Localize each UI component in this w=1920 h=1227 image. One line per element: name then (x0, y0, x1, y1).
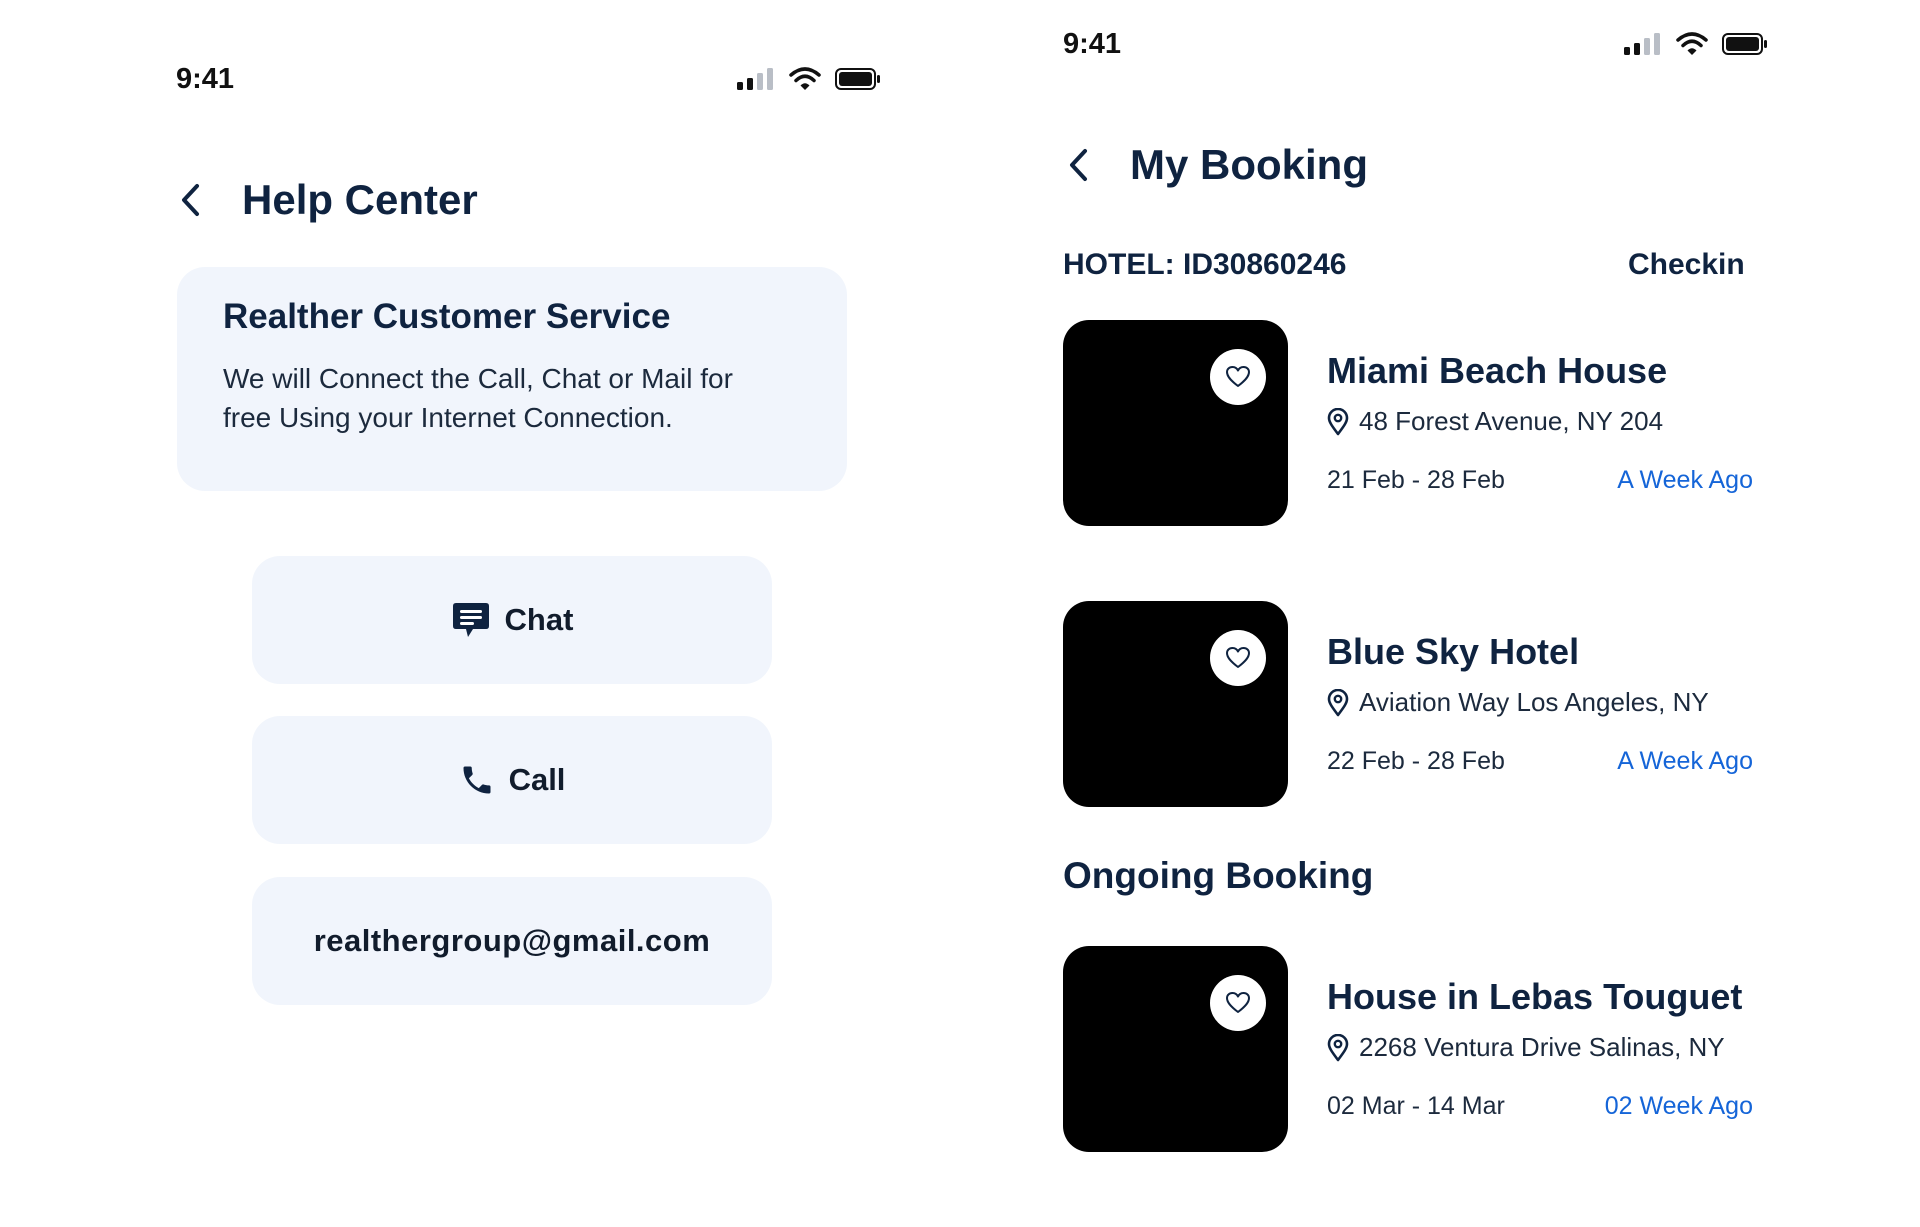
phone-icon (463, 766, 491, 794)
status-time: 9:41 (1063, 28, 1122, 60)
booking-address-text: 2268 Ventura Drive Salinas, NY (1359, 1032, 1725, 1062)
booking-address: Aviation Way Los Angeles, NY (1327, 687, 1709, 718)
wifi-icon (1676, 32, 1708, 55)
booking-hotel-name: Miami Beach House (1327, 350, 1668, 391)
heart-icon (1226, 647, 1250, 668)
battery-icon (1722, 33, 1767, 55)
signal-icon (1624, 33, 1660, 55)
page-header: Help Center (170, 176, 478, 224)
booking-card[interactable]: Blue Sky Hotel Aviation Way Los Angeles,… (1063, 601, 1763, 811)
checkin-link[interactable]: Checkin (1628, 248, 1745, 282)
status-icons (1624, 32, 1768, 56)
customer-service-description: We will Connect the Call, Chat or Mail f… (223, 363, 733, 433)
call-button[interactable]: Call (252, 716, 772, 844)
chat-button[interactable]: Chat (252, 556, 772, 684)
help-center-screen: 9:41 Help Center Realther Customer Servi… (0, 0, 960, 1227)
my-booking-screen: 9:41 My Booking HOTEL: ID30860246 Checki… (960, 0, 1920, 1227)
page-title: My Booking (1130, 141, 1368, 188)
location-pin-icon (1327, 688, 1349, 716)
call-button-label: Call (508, 762, 566, 797)
status-icons (737, 67, 881, 91)
booking-dates: 21 Feb - 28 Feb (1327, 466, 1505, 494)
hotel-thumbnail (1063, 320, 1288, 526)
page-title: Help Center (242, 176, 478, 223)
booking-time-ago: 02 Week Ago (1604, 1092, 1753, 1120)
back-button[interactable] (1058, 145, 1098, 185)
email-button[interactable]: realthergroup@gmail.com (252, 877, 772, 1005)
booking-address: 2268 Ventura Drive Salinas, NY (1327, 1032, 1725, 1063)
chevron-left-icon (182, 184, 199, 216)
booking-hotel-name: Blue Sky Hotel (1327, 631, 1580, 672)
customer-service-card: Realther Customer Service We will Connec… (177, 267, 847, 491)
chevron-left-icon (1070, 149, 1087, 181)
booking-card[interactable]: Miami Beach House 48 Forest Avenue, NY 2… (1063, 320, 1763, 530)
hotel-id: HOTEL: ID30860246 (1063, 248, 1347, 281)
booking-dates: 02 Mar - 14 Mar (1327, 1092, 1505, 1120)
favorite-button[interactable] (1210, 975, 1266, 1031)
chat-button-label: Chat (504, 602, 574, 637)
booking-card[interactable]: House in Lebas Touguet 2268 Ventura Driv… (1063, 946, 1763, 1156)
status-time: 9:41 (176, 63, 235, 95)
location-pin-icon (1327, 407, 1349, 435)
booking-address-text: Aviation Way Los Angeles, NY (1359, 687, 1709, 717)
booking-address-text: 48 Forest Avenue, NY 204 (1359, 406, 1664, 436)
ongoing-booking-heading: Ongoing Booking (1063, 855, 1374, 896)
signal-icon (737, 68, 773, 90)
booking-time-ago: A Week Ago (1617, 747, 1753, 775)
booking-hotel-name: House in Lebas Touguet (1327, 976, 1743, 1017)
heart-icon (1226, 366, 1250, 387)
location-pin-icon (1327, 1033, 1349, 1061)
hotel-thumbnail (1063, 601, 1288, 807)
hotel-thumbnail (1063, 946, 1288, 1152)
battery-icon (835, 68, 880, 90)
page-header: My Booking (1058, 141, 1368, 189)
booking-address: 48 Forest Avenue, NY 204 (1327, 406, 1663, 437)
favorite-button[interactable] (1210, 349, 1266, 405)
favorite-button[interactable] (1210, 630, 1266, 686)
booking-time-ago: A Week Ago (1617, 466, 1753, 494)
customer-service-title: Realther Customer Service (223, 297, 671, 336)
email-button-label: realthergroup@gmail.com (313, 923, 711, 958)
chat-bubble-icon (452, 603, 489, 637)
booking-dates: 22 Feb - 28 Feb (1327, 747, 1505, 775)
back-button[interactable] (170, 180, 210, 220)
heart-icon (1226, 992, 1250, 1013)
wifi-icon (789, 67, 821, 90)
